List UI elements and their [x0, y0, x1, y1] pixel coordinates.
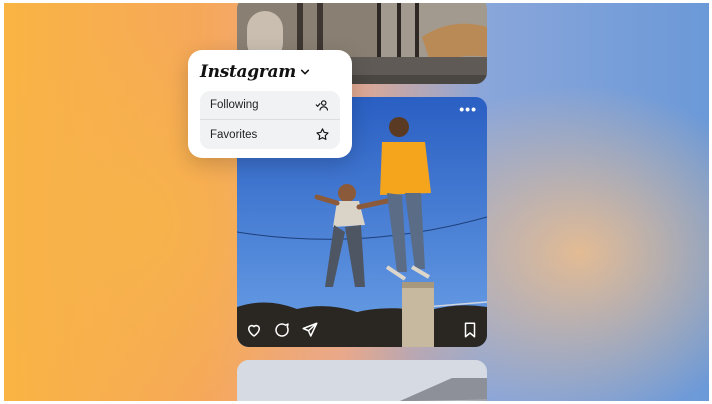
menu-item-label: Following: [210, 99, 259, 111]
more-options-icon[interactable]: •••: [459, 101, 477, 117]
feed-options-panel: Following Favorites: [200, 91, 340, 149]
bookmark-icon[interactable]: [461, 321, 479, 339]
heart-icon[interactable]: [245, 321, 263, 339]
feed-switcher-menu: Instagram Following Favorites: [188, 50, 352, 158]
menu-item-following[interactable]: Following: [200, 91, 340, 120]
following-icon: [315, 99, 329, 111]
post-actions: [245, 321, 319, 339]
brand-header[interactable]: Instagram: [200, 62, 310, 82]
star-icon: [316, 128, 329, 140]
comment-icon[interactable]: [273, 321, 291, 339]
menu-item-label: Favorites: [210, 128, 258, 141]
menu-item-favorites[interactable]: Favorites: [200, 120, 340, 149]
background: ••• Instagram Following Favorites: [4, 3, 709, 401]
feed-photo-bottom[interactable]: [237, 360, 487, 401]
chevron-down-icon: [300, 69, 309, 75]
instagram-logo: Instagram: [200, 62, 296, 82]
share-icon[interactable]: [301, 321, 319, 339]
